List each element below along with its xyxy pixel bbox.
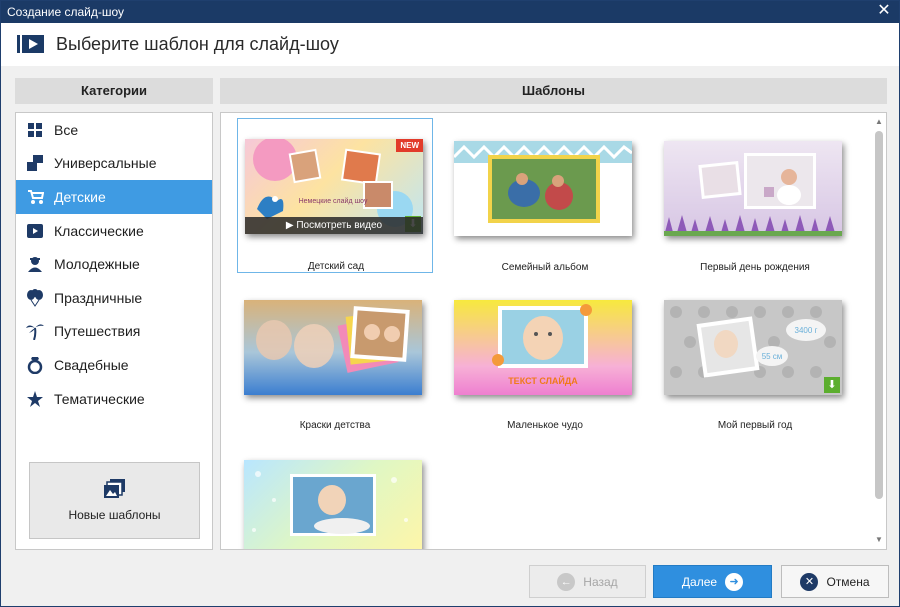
template-card-7[interactable] bbox=[237, 438, 433, 549]
title-bar: Создание слайд-шоу ✕ bbox=[1, 1, 899, 23]
thumbnail-caption: ТЕКСТ СЛАЙДА bbox=[508, 375, 578, 386]
family-album-preview-image bbox=[454, 141, 632, 223]
template-7-preview-image bbox=[252, 471, 408, 536]
ring-icon bbox=[26, 356, 44, 374]
star-icon bbox=[26, 390, 44, 408]
categories-header: Категории bbox=[15, 78, 213, 104]
template-thumbnail bbox=[244, 300, 422, 395]
new-templates-label: Новые шаблоны bbox=[68, 508, 161, 522]
category-classic[interactable]: Классические bbox=[16, 214, 212, 248]
film-icon bbox=[26, 222, 44, 240]
template-thumbnail: Немецкие слайд шоу NEW ⬇ ▶ Посмотреть ви… bbox=[245, 139, 423, 234]
cancel-label: Отмена bbox=[826, 574, 870, 589]
templates-header: Шаблоны bbox=[220, 78, 887, 104]
person-icon bbox=[26, 255, 44, 273]
category-universal[interactable]: Универсальные bbox=[16, 147, 212, 181]
scroll-down-icon[interactable]: ▼ bbox=[874, 535, 884, 545]
new-badge: NEW bbox=[396, 139, 423, 152]
template-label: Детский сад bbox=[307, 261, 365, 272]
category-holiday[interactable]: Праздничные bbox=[16, 281, 212, 315]
palm-icon bbox=[26, 322, 44, 341]
template-card-kindergarten[interactable]: Немецкие слайд шоу NEW ⬇ ▶ Посмотреть ви… bbox=[237, 118, 433, 273]
template-card-colors-of-childhood[interactable]: Краски детства bbox=[237, 278, 433, 433]
download-icon[interactable]: ⬇ bbox=[824, 377, 840, 393]
watch-video-button[interactable]: ▶ Посмотреть видео bbox=[245, 217, 423, 234]
template-thumbnail bbox=[664, 141, 842, 236]
category-label: Молодежные bbox=[54, 256, 140, 273]
slideshow-icon bbox=[17, 35, 44, 53]
category-travel[interactable]: Путешествия bbox=[16, 315, 212, 349]
template-label: Краски детства bbox=[299, 420, 371, 431]
category-label: Детские bbox=[54, 188, 106, 205]
slideshow-dialog: Создание слайд-шоу ✕ Выберите шаблон для… bbox=[0, 0, 900, 607]
category-wedding[interactable]: Свадебные bbox=[16, 348, 212, 382]
my-first-year-preview-image: 3400 г 55 см bbox=[670, 306, 836, 378]
category-youth[interactable]: Молодежные bbox=[16, 247, 212, 281]
category-label: Свадебные bbox=[54, 356, 129, 373]
category-all[interactable]: Все bbox=[16, 113, 212, 147]
grid-icon bbox=[26, 121, 44, 139]
categories-list: Все Универсальные Детские Классические М… bbox=[15, 112, 213, 550]
template-label: Первый день рождения bbox=[700, 262, 810, 273]
templates-grid: Немецкие слайд шоу NEW ⬇ ▶ Посмотреть ви… bbox=[220, 112, 887, 550]
template-card-little-miracle[interactable]: ТЕКСТ СЛАЙДА Маленькое чудо bbox=[447, 278, 643, 433]
scroll-up-icon[interactable]: ▲ bbox=[874, 117, 884, 127]
window-title: Создание слайд-шоу bbox=[7, 5, 124, 19]
templates-scrollbar[interactable]: ▲ ▼ bbox=[874, 117, 884, 545]
stack-icon bbox=[26, 154, 44, 172]
colors-of-childhood-preview-image bbox=[256, 306, 410, 373]
category-label: Классические bbox=[54, 222, 144, 239]
arrow-left-icon: ← bbox=[557, 572, 576, 591]
category-label: Путешествия bbox=[54, 323, 141, 340]
thumbnail-height: 55 см bbox=[762, 352, 783, 361]
thumbnail-caption: Немецкие слайд шоу bbox=[299, 197, 368, 205]
template-thumbnail: 3400 г 55 см ⬇ bbox=[664, 300, 842, 395]
template-card-my-first-year[interactable]: 3400 г 55 см ⬇ Мой первый год bbox=[657, 278, 853, 433]
template-card-first-birthday[interactable]: Первый день рождения bbox=[657, 118, 853, 273]
back-button[interactable]: ← Назад bbox=[529, 565, 646, 598]
category-thematic[interactable]: Тематические bbox=[16, 382, 212, 416]
watch-video-label: Посмотреть видео bbox=[296, 220, 383, 231]
category-label: Универсальные bbox=[54, 155, 157, 172]
next-label: Далее bbox=[681, 574, 718, 589]
arrow-right-icon: ➜ bbox=[725, 572, 744, 591]
cancel-button[interactable]: ✕ Отмена bbox=[781, 565, 889, 598]
template-label: Маленькое чудо bbox=[507, 420, 583, 431]
close-circle-icon: ✕ bbox=[800, 572, 819, 591]
template-thumbnail bbox=[244, 460, 422, 549]
little-miracle-preview-image: ТЕКСТ СЛАЙДА bbox=[492, 304, 592, 386]
template-thumbnail: ТЕКСТ СЛАЙДА bbox=[454, 300, 632, 395]
thumbnail-weight: 3400 г bbox=[795, 326, 818, 335]
template-label: Мой первый год bbox=[717, 420, 793, 431]
category-label: Все bbox=[54, 121, 79, 138]
templates-icon bbox=[103, 479, 125, 498]
new-templates-button[interactable]: Новые шаблоны bbox=[29, 462, 200, 539]
next-button[interactable]: Далее ➜ bbox=[653, 565, 772, 598]
template-thumbnail bbox=[454, 141, 632, 236]
template-label: Семейный альбом bbox=[501, 262, 589, 273]
stroller-icon bbox=[26, 188, 44, 206]
category-label: Тематические bbox=[54, 390, 145, 407]
balloons-icon bbox=[26, 288, 44, 307]
scrollbar-thumb[interactable] bbox=[875, 131, 883, 499]
first-birthday-preview-image bbox=[664, 153, 842, 236]
back-label: Назад bbox=[583, 574, 618, 589]
page-title: Выберите шаблон для слайд-шоу bbox=[56, 34, 339, 54]
category-kids[interactable]: Детские bbox=[16, 180, 212, 214]
close-icon[interactable]: ✕ bbox=[875, 2, 893, 20]
template-card-family-album[interactable]: Семейный альбом bbox=[447, 118, 643, 273]
dialog-header: Выберите шаблон для слайд-шоу bbox=[1, 23, 899, 66]
category-label: Праздничные bbox=[54, 289, 143, 306]
